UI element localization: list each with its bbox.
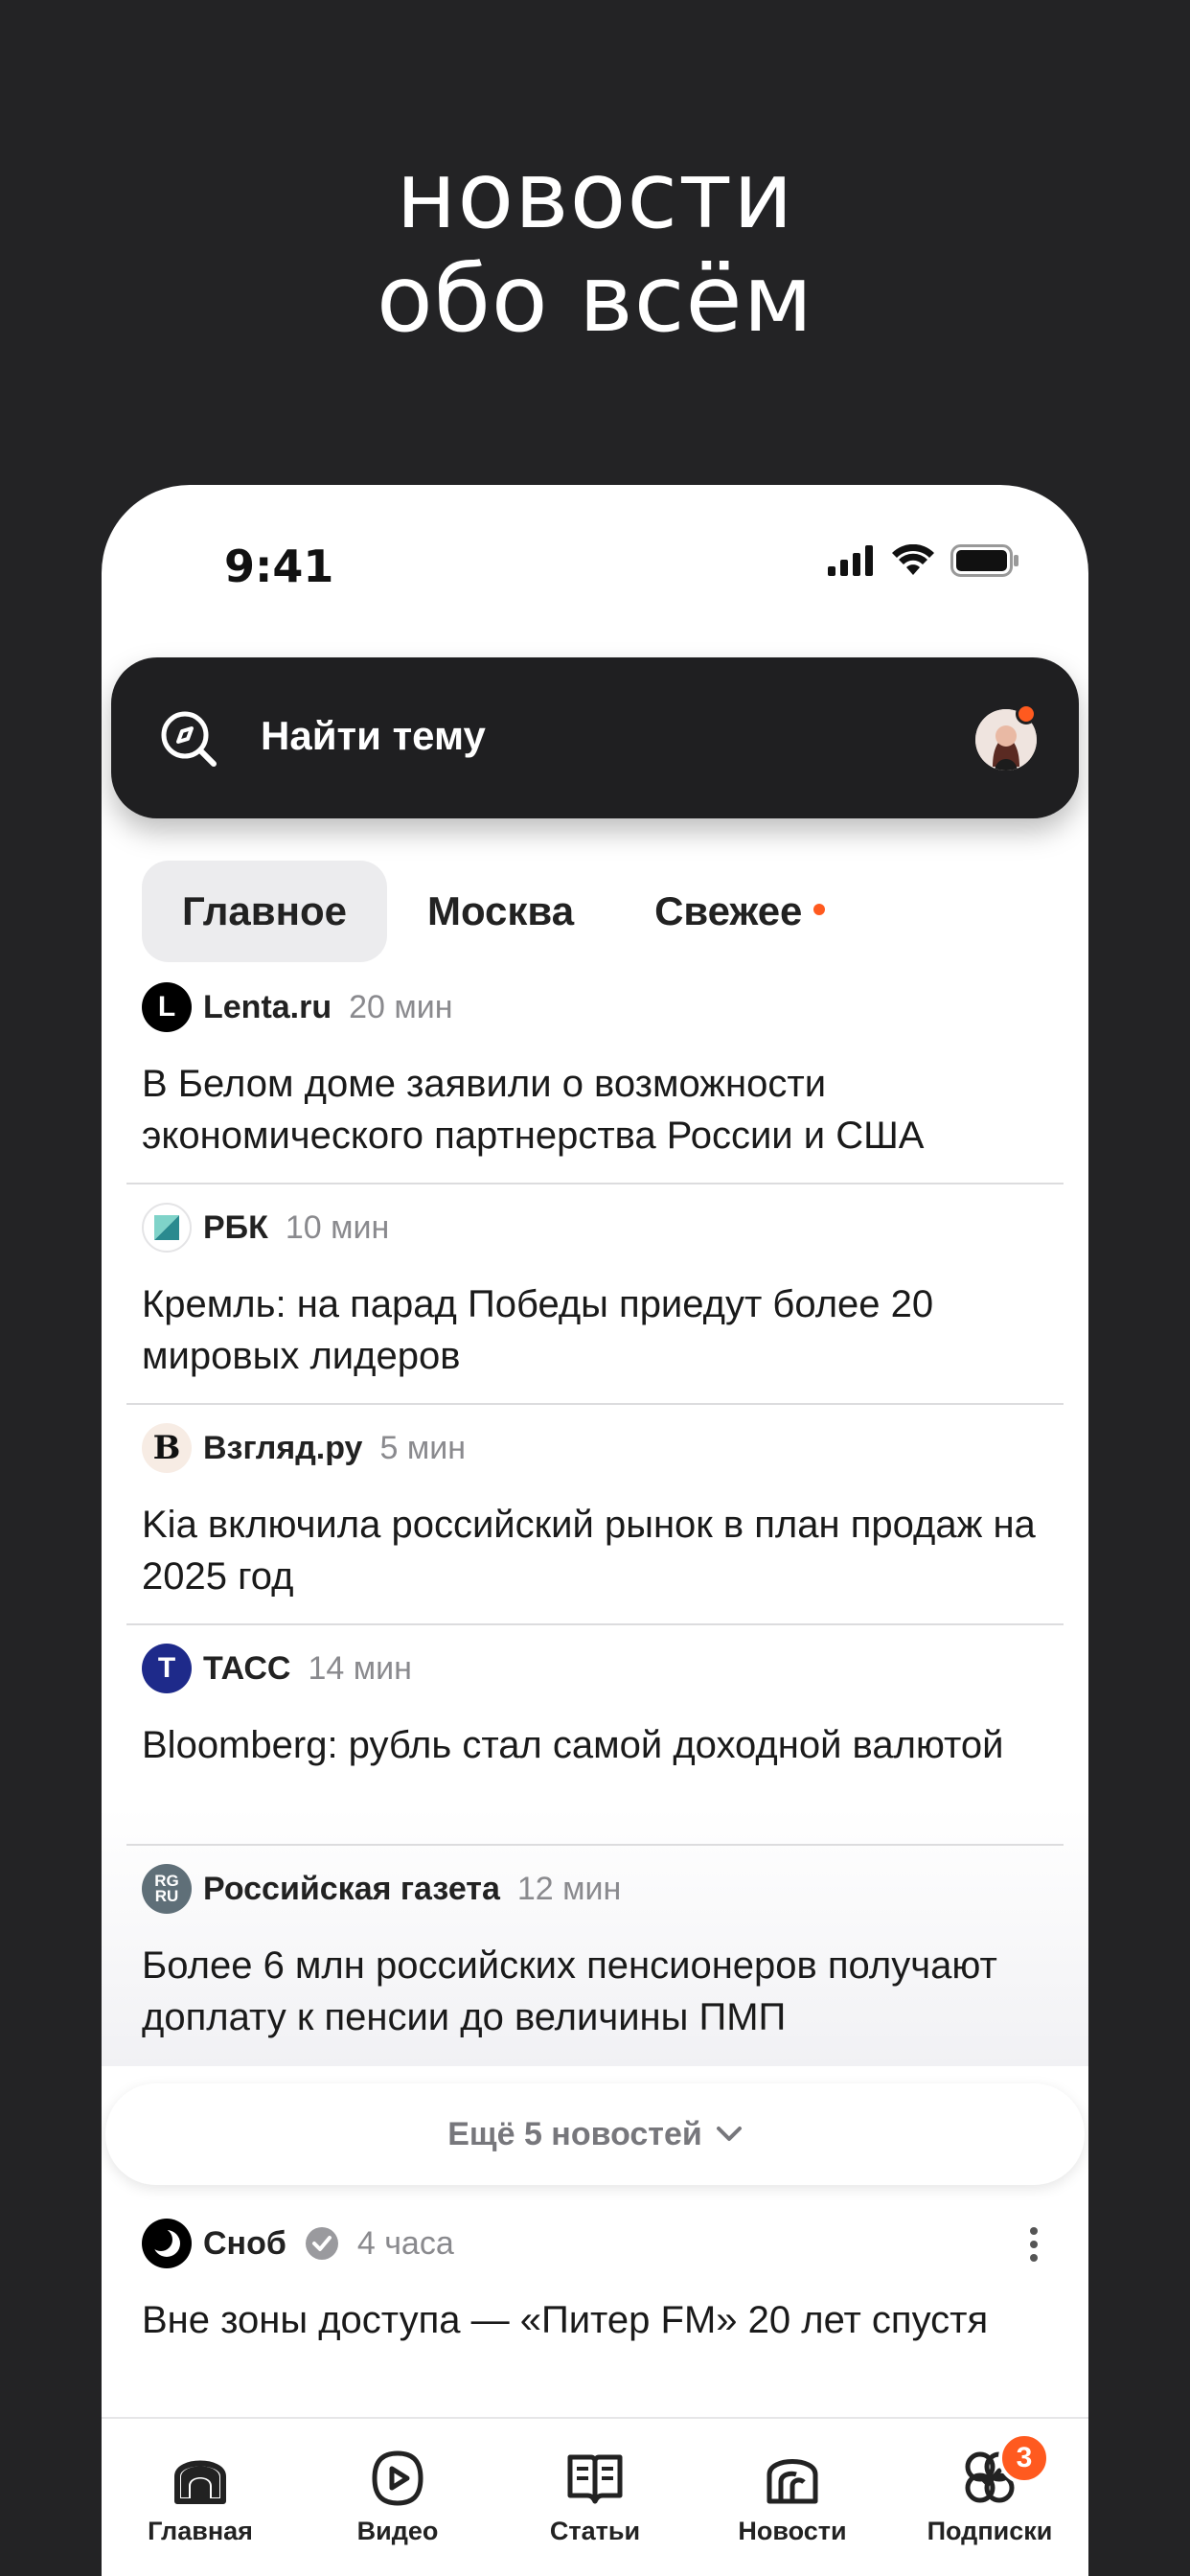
- news-source: Т ТАСС 14 мин: [142, 1643, 412, 1694]
- new-indicator-dot: [813, 904, 826, 915]
- news-headline: Kia включила российский рынок в план про…: [142, 1504, 1036, 1598]
- home-icon: [174, 2460, 226, 2504]
- search-bar[interactable]: Найти тему: [111, 657, 1079, 818]
- source-name: Сноб: [203, 2224, 286, 2262]
- video-icon: [372, 2450, 423, 2506]
- news-source: L Lenta.ru 20 мин: [142, 981, 453, 1033]
- snob-logo: [142, 2219, 192, 2268]
- tab-subscriptions[interactable]: 3 Подписки: [891, 2419, 1088, 2576]
- news-item[interactable]: РБК 10 мин Кремль: на парад Победы приед…: [126, 1202, 1064, 1405]
- news-source: RG RU Российская газета 12 мин: [142, 1863, 621, 1915]
- search-input[interactable]: Найти тему: [261, 713, 486, 759]
- news-source: Сноб 4 часа: [142, 2218, 454, 2269]
- bottom-tab-bar: Главная Видео Статьи Новости 3 Подписки: [102, 2417, 1088, 2576]
- news-headline: Кремль: на парад Победы приедут более 20…: [142, 1283, 934, 1377]
- status-bar: 9:41: [102, 485, 1088, 638]
- tab-label: Свежее: [654, 888, 803, 933]
- rg-logo: RG RU: [142, 1864, 192, 1914]
- tab-articles[interactable]: Статьи: [496, 2419, 694, 2576]
- tab-label: Москва: [426, 888, 575, 933]
- search-compass-icon: [161, 711, 217, 767]
- news-item[interactable]: Т ТАСС 14 мин Bloomberg: рубль стал само…: [126, 1643, 1064, 1846]
- tab-main[interactable]: Главное: [142, 861, 387, 962]
- notification-dot: [1016, 703, 1037, 724]
- category-tabs: Главное Москва Свежее: [142, 861, 865, 962]
- source-time: 20 мин: [349, 988, 453, 1025]
- tab-label: Статьи: [549, 2517, 641, 2545]
- promo-line-1: новости: [396, 142, 794, 249]
- source-time: 10 мин: [285, 1208, 390, 1246]
- source-name: РБК: [203, 1208, 268, 1246]
- book-icon: [567, 2454, 623, 2504]
- tab-latest[interactable]: Свежее: [614, 861, 865, 962]
- news-headline: Вне зоны доступа — «Питер FM» 20 лет спу…: [142, 2299, 989, 2341]
- source-time: 14 мин: [308, 1649, 412, 1687]
- cellular-signal-icon: [828, 545, 873, 576]
- source-time: 12 мин: [516, 1870, 622, 1907]
- source-name: Взгляд.ру: [203, 1429, 363, 1466]
- promo-title: новости обо всём: [0, 144, 1190, 351]
- notification-badge: 3: [998, 2432, 1050, 2484]
- show-more-label: Ещё 5 новостей: [447, 2115, 702, 2152]
- news-item[interactable]: L Lenta.ru 20 мин В Белом доме заявили о…: [126, 981, 1064, 1184]
- news-source: В Взгляд.ру 5 мин: [142, 1422, 466, 1474]
- source-name: ТАСС: [203, 1649, 291, 1687]
- tab-label: Главное: [182, 888, 347, 933]
- news-item[interactable]: RG RU Российская газета 12 мин Более 6 м…: [126, 1863, 1064, 2066]
- source-name: Lenta.ru: [203, 988, 332, 1025]
- tab-home[interactable]: Главная: [102, 2419, 299, 2576]
- phone-screen: 9:41 Найти тему Главное Москва Свежее L …: [102, 485, 1088, 2576]
- lenta-logo: L: [142, 982, 192, 1032]
- battery-icon: [950, 544, 1018, 577]
- featured-news-item[interactable]: Сноб 4 часа Вне зоны доступа — «Питер FM…: [126, 2218, 1064, 2428]
- tab-news[interactable]: Новости: [694, 2419, 891, 2576]
- tab-label: Подписки: [927, 2517, 1053, 2545]
- source-name: Российская газета: [203, 1870, 500, 1907]
- rbc-logo: [142, 1203, 192, 1253]
- show-more-button[interactable]: Ещё 5 новостей: [105, 2083, 1085, 2185]
- news-source: РБК 10 мин: [142, 1202, 389, 1254]
- news-headline: Более 6 млн российских пенсионеров получ…: [142, 1944, 997, 2038]
- newspaper-icon: [767, 2459, 818, 2504]
- tab-label: Главная: [148, 2517, 253, 2545]
- status-time: 9:41: [224, 540, 334, 592]
- news-headline: Bloomberg: рубль стал самой доходной вал…: [142, 1724, 1004, 1766]
- source-time: 5 мин: [379, 1429, 466, 1466]
- status-icons: [828, 544, 1019, 577]
- source-time: 4 часа: [356, 2224, 454, 2262]
- tab-label: Видео: [356, 2517, 439, 2545]
- wifi-icon: [892, 544, 934, 575]
- tass-logo: Т: [142, 1644, 192, 1693]
- tab-label: Новости: [738, 2517, 847, 2545]
- vzglyad-logo: В: [142, 1423, 192, 1473]
- news-headline: В Белом доме заявили о возможности эконо…: [142, 1063, 925, 1157]
- chevron-down-icon: [716, 2127, 742, 2141]
- tab-video[interactable]: Видео: [299, 2419, 496, 2576]
- more-options-icon[interactable]: [1027, 2225, 1041, 2264]
- promo-line-2: обо всём: [376, 245, 814, 353]
- tab-moscow[interactable]: Москва: [387, 861, 614, 962]
- verified-icon: [305, 2227, 338, 2260]
- news-item[interactable]: В Взгляд.ру 5 мин Kia включила российски…: [126, 1422, 1064, 1625]
